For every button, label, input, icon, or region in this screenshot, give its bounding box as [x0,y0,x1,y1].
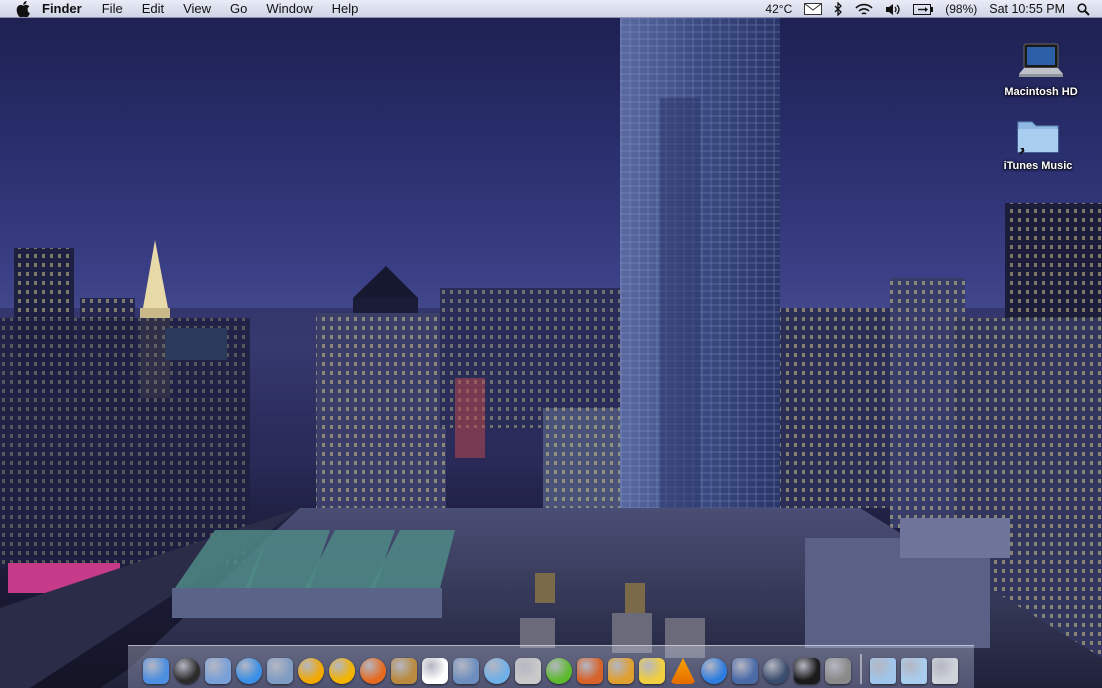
dock-frontrow-icon[interactable] [546,658,572,684]
dock-firefox-icon[interactable] [360,658,386,684]
bluetooth-icon[interactable] [834,0,843,18]
dock-preview-icon[interactable] [205,658,231,684]
dock-time-machine-icon[interactable] [763,658,789,684]
menu-help[interactable]: Help [332,0,359,18]
desktop-icon-label: iTunes Music [1003,160,1073,172]
dock-textedit-icon[interactable] [515,658,541,684]
mail-icon[interactable] [804,0,823,18]
battery-icon[interactable] [913,0,934,18]
wifi-icon[interactable] [855,0,873,18]
dock-aim-icon[interactable] [298,658,324,684]
temperature-readout[interactable]: 42°C [765,0,792,18]
desktop-wallpaper [0,18,1102,688]
apple-menu-icon[interactable] [14,0,32,18]
menu-window[interactable]: Window [266,0,312,18]
battery-percent[interactable]: (98%) [945,0,977,18]
app-menu-finder[interactable]: Finder [42,0,82,18]
menu-bar: Finder File Edit View Go Window Help 42°… [0,0,1102,18]
desktop-icon-label: Macintosh HD [1004,86,1078,98]
dock-address-book-icon[interactable] [391,658,417,684]
dock [143,648,963,684]
menu-edit[interactable]: Edit [142,0,164,18]
dock-adium-icon[interactable] [329,658,355,684]
dock-activity-monitor-icon[interactable] [794,658,820,684]
dock-system-preferences-icon[interactable] [825,658,851,684]
menu-clock[interactable]: Sat 10:55 PM [989,0,1065,18]
dock-safari-icon[interactable] [236,658,262,684]
laptop-drive-icon [1017,40,1065,84]
folder-alias-icon [1014,114,1062,158]
dock-finder-icon[interactable] [143,658,169,684]
volume-icon[interactable] [885,0,901,18]
dock-imovie-icon[interactable] [639,658,665,684]
dock-vlc-icon[interactable] [670,658,696,684]
dock-downloads-stack-icon[interactable] [870,658,896,684]
dock-dashboard-icon[interactable] [174,658,200,684]
dock-iphoto-icon[interactable] [453,658,479,684]
dock-separator [860,654,862,684]
dock-garageband-icon[interactable] [608,658,634,684]
desktop-icon-itunes-music[interactable]: iTunes Music [988,114,1088,172]
menu-extras: 42°C (98%) Sat 10:55 PM [753,0,1102,18]
dock-trash-icon[interactable] [932,658,958,684]
menu-view[interactable]: View [183,0,211,18]
dock-ichat-icon[interactable] [267,658,293,684]
dock-ical-icon[interactable] [422,658,448,684]
dock-quicktime-icon[interactable] [701,658,727,684]
dock-itunes-icon[interactable] [484,658,510,684]
dock-documents-stack-icon[interactable] [901,658,927,684]
menu-file[interactable]: File [102,0,123,18]
spotlight-search-icon[interactable] [1077,0,1090,18]
dock-photo-booth-icon[interactable] [577,658,603,684]
desktop-icon-macintosh-hd[interactable]: Macintosh HD [991,40,1091,98]
dock-spaces-icon[interactable] [732,658,758,684]
menu-go[interactable]: Go [230,0,247,18]
